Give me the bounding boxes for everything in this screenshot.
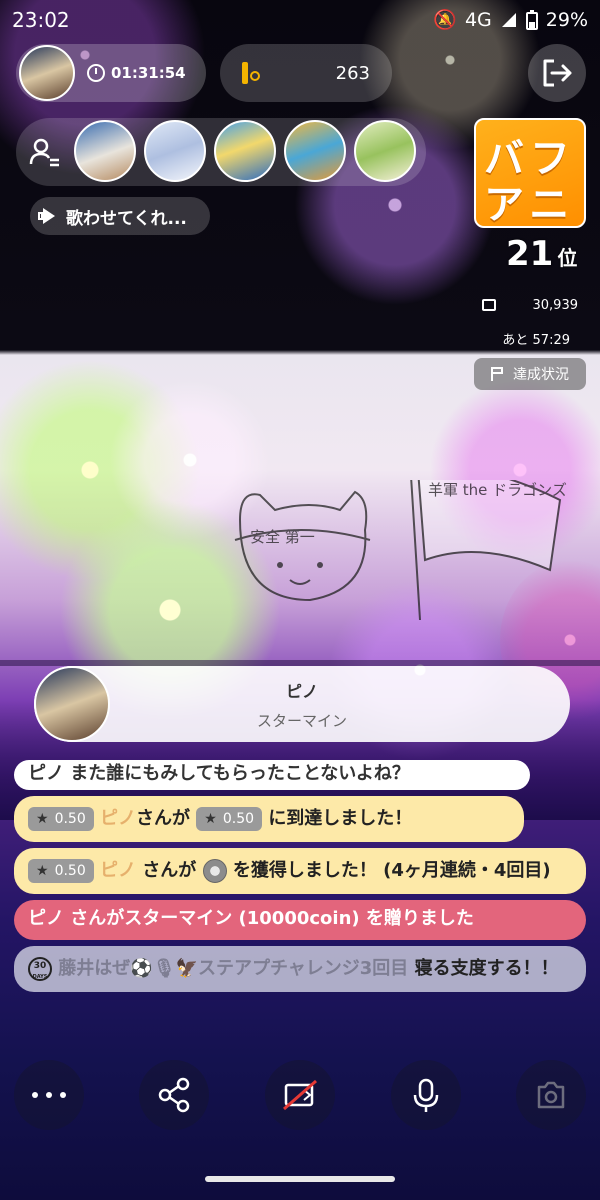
chat-text: を獲得しました！ (4ヶ月連続・4回目) — [232, 860, 551, 881]
battery-percent: 29% — [545, 8, 588, 31]
gift-banner: ピノ スターマイン — [34, 666, 570, 742]
chat-message-gift: ピノ さんがスターマイン (10000coin) を贈りました — [14, 900, 586, 940]
event-rank: 21 位 — [506, 234, 577, 274]
gift-sender-name: ピノ — [285, 682, 318, 701]
host-avatar[interactable] — [19, 45, 75, 101]
exit-button[interactable] — [528, 44, 586, 102]
days-badge-icon: 30 DAYS — [28, 957, 52, 981]
chat-username[interactable]: 藤井はぜ⚽🎙🦅ステアプチャレンジ3回目 — [58, 958, 408, 979]
event-logo-line2: アニ — [484, 182, 576, 228]
level-badge: ★ 0.50 — [28, 807, 94, 831]
gift-item-name: スターマイン — [256, 712, 347, 730]
coin-k-icon — [242, 62, 260, 84]
bottom-toolbar — [0, 1060, 600, 1140]
song-request-text: 歌わせてくれ... — [66, 208, 187, 229]
viewer-count-pill[interactable]: 263 — [220, 44, 392, 102]
chat-text: 寝る支度する！！ — [408, 958, 559, 979]
stream-timer: 01:31:54 — [111, 64, 186, 82]
status-icons: 🔕 4G 29% — [433, 8, 588, 32]
chat-text: さんが — [136, 860, 197, 881]
progress-status-button[interactable]: 達成状況 — [474, 358, 586, 390]
song-request-pill[interactable]: 歌わせてくれ... — [30, 197, 210, 235]
chat-text: さんが — [136, 808, 191, 829]
chat-username[interactable]: ピノ — [28, 908, 64, 929]
mic-icon — [413, 1078, 439, 1112]
viewer-count: 263 — [335, 62, 370, 84]
level-badge: ★ 0.50 — [196, 807, 263, 831]
flag-text: 羊軍 the ドラゴンズ — [428, 481, 567, 499]
mic-button[interactable] — [391, 1060, 461, 1130]
battery-icon — [525, 9, 538, 30]
host-timer-pill[interactable]: 01:31:54 — [16, 44, 206, 102]
medal-icon — [202, 859, 227, 883]
chat-text: に到達しました！ — [268, 808, 413, 829]
progress-status-label: 達成状況 — [513, 367, 569, 383]
chat-message-partial: ピノ また誰にもみしてもらったことないよね？ — [14, 760, 530, 790]
gift-total-row: 30,939 — [474, 288, 586, 322]
listener-avatar-3[interactable] — [214, 120, 276, 182]
chat-text: さんがスターマイン (10000coin) を贈りました — [64, 908, 474, 929]
helmet-text: 安全 第一 — [250, 528, 315, 546]
star-icon: ★ — [36, 811, 49, 827]
share-button[interactable] — [139, 1060, 209, 1130]
listener-avatar-5[interactable] — [354, 120, 416, 182]
home-indicator[interactable] — [205, 1176, 395, 1182]
flip-camera-icon — [537, 1081, 565, 1109]
listener-avatar-1[interactable] — [74, 120, 136, 182]
gift-total: 30,939 — [532, 297, 579, 313]
chat-username[interactable]: ピノ — [100, 808, 136, 829]
listener-avatar-2[interactable] — [144, 120, 206, 182]
star-icon: ★ — [36, 863, 49, 879]
listener-list-button[interactable] — [16, 118, 74, 186]
flip-camera-button[interactable] — [516, 1060, 586, 1130]
mute-icon: 🔕 — [433, 9, 457, 31]
more-icon — [32, 1092, 66, 1098]
more-button[interactable] — [14, 1060, 84, 1130]
status-time: 23:02 — [12, 8, 70, 32]
event-logo[interactable]: バフ アニ — [474, 118, 586, 228]
share-icon — [158, 1077, 190, 1113]
person-list-icon — [29, 138, 59, 167]
chat-message-text: ピノ また誰にもみしてもらったことないよね？ — [28, 763, 410, 784]
cat-sketch: 安全 第一 羊軍 the ドラゴンズ — [234, 480, 567, 621]
star-icon: ★ — [204, 811, 217, 827]
chat-message-medal: ★ 0.50 ピノ さんが を獲得しました！ (4ヶ月連続・4回目) — [14, 848, 586, 894]
level-badge: ★ 0.50 — [28, 859, 94, 883]
rank-number: 21 — [506, 234, 554, 274]
chat-username[interactable]: ピノ — [100, 860, 136, 881]
chat-list[interactable]: ピノ また誰にもみしてもらったことないよね？ ★ 0.50 ピノさんが ★ 0.50… — [14, 760, 586, 998]
rank-suffix: 位 — [557, 246, 578, 270]
chat-message-level: ★ 0.50 ピノさんが ★ 0.50 に到達しました！ — [14, 796, 524, 842]
camera-toggle-button[interactable] — [265, 1060, 335, 1130]
remaining-time: あと 57:29 — [502, 333, 570, 348]
camera-off-icon — [283, 1079, 317, 1111]
clock-icon — [87, 64, 105, 82]
listener-avatar-4[interactable] — [284, 120, 346, 182]
chat-message-user: 30 DAYS 藤井はぜ⚽🎙🦅ステアプチャレンジ3回目 寝る支度する！！ — [14, 946, 586, 992]
gift-icon — [482, 299, 496, 311]
signal-icon — [501, 12, 516, 27]
status-bar: 23:02 🔕 4G 29% — [0, 0, 600, 42]
flag-icon — [491, 367, 505, 381]
exit-icon — [543, 59, 572, 87]
network-label: 4G — [464, 8, 492, 31]
megaphone-icon — [38, 208, 58, 224]
